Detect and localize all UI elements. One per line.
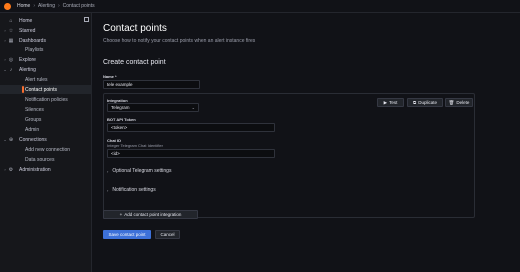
sidebar-item-label: Silences	[25, 106, 44, 113]
sidebar-item-label: Add new connection	[25, 146, 71, 153]
section-heading: Create contact point	[103, 59, 166, 66]
sidebar-item-label: Data sources	[25, 156, 55, 163]
sidebar-item-connections[interactable]: ⌄ ⊕ Connections	[0, 135, 92, 144]
cancel-button[interactable]: Cancel	[155, 230, 180, 239]
sidebar-item-contact-points[interactable]: Contact points	[0, 85, 92, 94]
sidebar-item-administration[interactable]: › ⚙ Administration	[0, 165, 92, 174]
sidebar-item-dashboards[interactable]: › ▦ Dashboards	[0, 36, 92, 45]
delete-button[interactable]: 🗑 Delete	[445, 98, 473, 107]
name-label: Name *	[103, 74, 117, 79]
integration-value: Telegram	[111, 105, 130, 110]
sidebar-item-silences[interactable]: Silences	[0, 105, 92, 114]
breadcrumb-separator: ›	[33, 3, 36, 9]
duplicate-button[interactable]: ⧉ Duplicate	[407, 98, 443, 107]
optional-settings-toggle[interactable]: › Optional Telegram settings	[107, 168, 171, 174]
page-title: Contact points	[103, 23, 167, 34]
chat-id-description: Integer Telegram Chat Identifier	[107, 143, 163, 148]
sidebar-item-admin[interactable]: Admin	[0, 125, 92, 134]
compass-icon: ◎	[8, 56, 14, 63]
integration-box: Integration Telegram ⌄ ▶ Test ⧉ Duplicat…	[103, 93, 475, 218]
copy-icon: ⧉	[413, 100, 417, 105]
sidebar-item-data-sources[interactable]: Data sources	[0, 155, 92, 164]
main-content: Contact points Choose how to notify your…	[92, 13, 520, 272]
bell-icon: ♪	[9, 66, 13, 73]
optional-settings-label: Optional Telegram settings	[112, 168, 172, 174]
play-icon: ▶	[383, 99, 388, 105]
save-button[interactable]: Save contact point	[103, 230, 151, 239]
sidebar-item-alerting[interactable]: ⌄ ♪ Alerting	[0, 65, 92, 74]
breadcrumb-current: Contact points	[62, 3, 95, 9]
home-icon: ⌂	[9, 17, 13, 24]
chat-id-input[interactable]: <id>	[107, 149, 275, 158]
sidebar-item-label: Groups	[25, 116, 42, 123]
sidebar-item-label: Home	[19, 17, 33, 24]
sidebar-item-label: Alerting	[19, 66, 36, 73]
sidebar-item-label: Starred	[19, 27, 36, 34]
sidebar-item-explore[interactable]: › ◎ Explore	[0, 55, 92, 64]
gear-icon: ⚙	[8, 166, 14, 173]
notification-settings-label: Notification settings	[112, 187, 156, 193]
breadcrumb: Home › Alerting › Contact points	[17, 3, 95, 9]
sidebar-item-starred[interactable]: › ☆ Starred	[0, 26, 92, 35]
test-button-label: Test	[389, 100, 398, 105]
test-button[interactable]: ▶ Test	[377, 98, 404, 107]
dashboards-icon: ▦	[8, 37, 14, 44]
delete-button-label: Delete	[456, 100, 470, 105]
notification-settings-toggle[interactable]: › Notification settings	[107, 187, 156, 193]
sidebar-item-label: Dashboards	[19, 37, 46, 44]
add-integration-button[interactable]: + Add contact point integration	[103, 210, 198, 219]
integration-select[interactable]: Telegram ⌄	[107, 103, 199, 112]
bot-token-label: BOT API Token	[107, 117, 136, 122]
sidebar-item-label: Contact points	[25, 86, 57, 93]
bot-token-input[interactable]: <token>	[107, 123, 275, 132]
add-integration-label: Add contact point integration	[124, 212, 182, 217]
star-icon: ☆	[8, 27, 14, 34]
sidebar-item-label: Admin	[25, 126, 40, 133]
sidebar-item-label: Alert rules	[25, 76, 48, 83]
grafana-logo[interactable]	[4, 2, 11, 10]
sidebar-item-label: Administration	[19, 166, 51, 173]
sidebar: ⌂ Home › ☆ Starred › ▦ Dashboards Playli…	[0, 13, 92, 272]
sidebar-item-home[interactable]: ⌂ Home	[0, 16, 92, 25]
top-bar: Home › Alerting › Contact points	[0, 0, 520, 13]
breadcrumb-separator: ›	[57, 3, 60, 9]
chevron-right-icon: ›	[107, 187, 109, 193]
breadcrumb-alerting[interactable]: Alerting	[38, 3, 55, 9]
plus-icon: +	[119, 212, 123, 217]
sidebar-item-label: Playlists	[25, 46, 44, 53]
sidebar-item-notification-policies[interactable]: Notification policies	[0, 95, 92, 104]
sidebar-item-label: Connections	[19, 136, 47, 143]
sidebar-item-label: Explore	[19, 56, 36, 63]
trash-icon: 🗑	[448, 99, 455, 105]
chevron-down-icon: ⌄	[191, 105, 195, 110]
connections-icon: ⊕	[8, 136, 14, 143]
duplicate-button-label: Duplicate	[418, 100, 437, 105]
page-subtitle: Choose how to notify your contact points…	[103, 38, 256, 44]
sidebar-item-alert-rules[interactable]: Alert rules	[0, 75, 92, 84]
breadcrumb-home[interactable]: Home	[17, 3, 30, 9]
chevron-right-icon: ›	[107, 168, 109, 174]
sidebar-item-groups[interactable]: Groups	[0, 115, 92, 124]
name-input[interactable]: tele example	[103, 80, 200, 89]
sidebar-item-playlists[interactable]: Playlists	[0, 45, 92, 54]
sidebar-item-label: Notification policies	[25, 96, 68, 103]
sidebar-item-add-new-connection[interactable]: Add new connection	[0, 145, 92, 154]
